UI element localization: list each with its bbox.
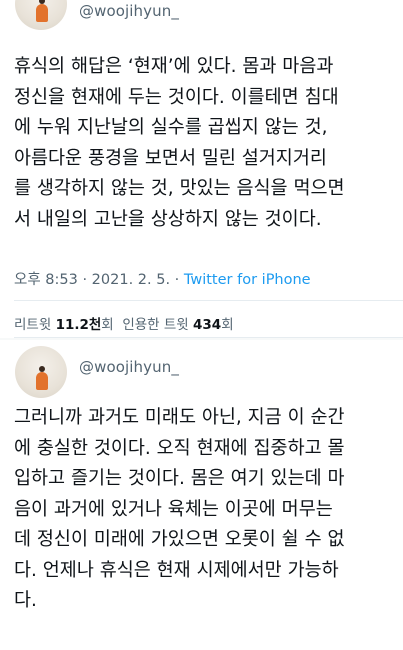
- tweet-text: 휴식의 해답은 ‘현재’에 있다. 몸과 마음과 정신을 현재에 두는 것이다.…: [14, 56, 345, 230]
- avatar-figure: [36, 366, 48, 390]
- retweet-label: 리트윗: [14, 317, 56, 333]
- tweet-meta: 오후 8:53 · 2021. 2. 5. · Twitter for iPho…: [14, 268, 311, 289]
- timestamp[interactable]: 오후 8:53 · 2021. 2. 5. ·: [14, 272, 184, 288]
- source-link[interactable]: Twitter for iPhone: [184, 272, 311, 288]
- avatar[interactable]: [15, 346, 67, 398]
- retweet-suffix: 회: [101, 317, 114, 333]
- quote-label: 인용한 트윗: [122, 317, 193, 333]
- retweet-stat[interactable]: 리트윗 11.2천회: [14, 317, 114, 333]
- quote-count: 434: [193, 317, 222, 333]
- avatar[interactable]: [15, 0, 67, 30]
- retweet-count: 11.2천: [55, 317, 102, 333]
- user-handle[interactable]: @woojihyun_: [79, 2, 179, 20]
- tweet-2: @woojihyun_ 그러니까 과거도 미래도 아닌, 지금 이 순간 에 충…: [0, 340, 403, 650]
- tweet-1: @woojihyun_ 휴식의 해답은 ‘현재’에 있다. 몸과 마음과 정신을…: [0, 0, 403, 338]
- engagement-stats: 리트윗 11.2천회 인용한 트윗 434회: [14, 313, 234, 333]
- quote-suffix: 회: [221, 317, 234, 333]
- tweet-text: 그러니까 과거도 미래도 아닌, 지금 이 순간 에 충실한 것이다. 오직 현…: [14, 407, 345, 611]
- divider: [14, 300, 403, 301]
- avatar-figure: [36, 0, 48, 22]
- user-handle[interactable]: @woojihyun_: [79, 358, 179, 376]
- quote-stat[interactable]: 인용한 트윗 434회: [122, 317, 233, 333]
